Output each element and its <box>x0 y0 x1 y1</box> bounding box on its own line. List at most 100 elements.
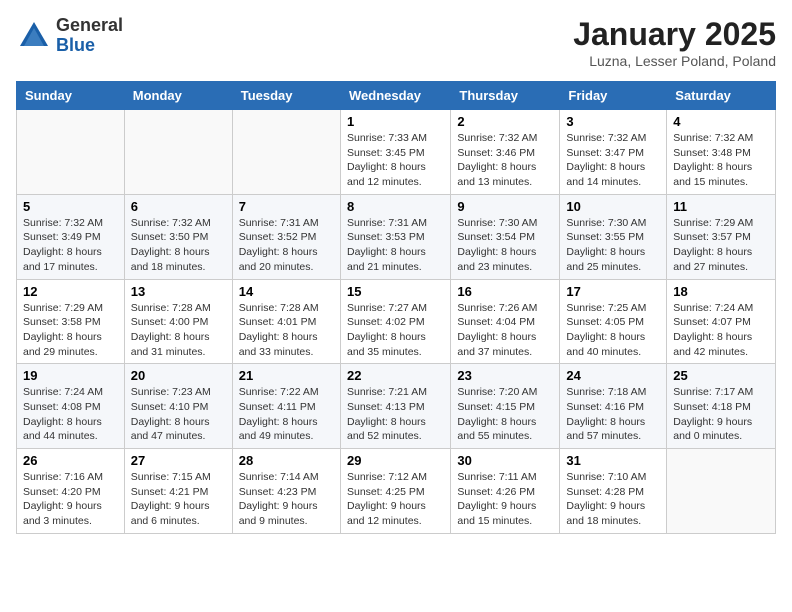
day-detail: Sunrise: 7:29 AM Sunset: 3:58 PM Dayligh… <box>23 301 118 360</box>
day-number: 27 <box>131 453 226 468</box>
day-number: 19 <box>23 368 118 383</box>
day-number: 12 <box>23 284 118 299</box>
day-number: 10 <box>566 199 660 214</box>
day-detail: Sunrise: 7:31 AM Sunset: 3:53 PM Dayligh… <box>347 216 444 275</box>
logo: General Blue <box>16 16 123 56</box>
title-block: January 2025 Luzna, Lesser Poland, Polan… <box>573 16 776 69</box>
calendar-cell: 24 Sunrise: 7:18 AM Sunset: 4:16 PM Dayli… <box>560 364 667 449</box>
calendar-cell: 25 Sunrise: 7:17 AM Sunset: 4:18 PM Dayli… <box>667 364 776 449</box>
calendar-cell: 30 Sunrise: 7:11 AM Sunset: 4:26 PM Dayli… <box>451 449 560 534</box>
calendar-cell: 10Sunrise: 7:30 AM Sunset: 3:55 PM Dayli… <box>560 194 667 279</box>
weekday-header-thursday: Thursday <box>451 82 560 110</box>
day-detail: Sunrise: 7:32 AM Sunset: 3:49 PM Dayligh… <box>23 216 118 275</box>
calendar-cell: 7 Sunrise: 7:31 AM Sunset: 3:52 PM Daylig… <box>232 194 340 279</box>
calendar-cell: 29Sunrise: 7:12 AM Sunset: 4:25 PM Dayli… <box>340 449 450 534</box>
day-number: 7 <box>239 199 334 214</box>
day-number: 18 <box>673 284 769 299</box>
calendar-week-row: 5 Sunrise: 7:32 AM Sunset: 3:49 PM Daylig… <box>17 194 776 279</box>
day-detail: Sunrise: 7:18 AM Sunset: 4:16 PM Dayligh… <box>566 385 660 444</box>
calendar-cell: 27 Sunrise: 7:15 AM Sunset: 4:21 PM Dayli… <box>124 449 232 534</box>
day-detail: Sunrise: 7:16 AM Sunset: 4:20 PM Dayligh… <box>23 470 118 529</box>
weekday-header-monday: Monday <box>124 82 232 110</box>
day-number: 29 <box>347 453 444 468</box>
day-detail: Sunrise: 7:29 AM Sunset: 3:57 PM Dayligh… <box>673 216 769 275</box>
calendar-cell: 20Sunrise: 7:23 AM Sunset: 4:10 PM Dayli… <box>124 364 232 449</box>
weekday-header-row: SundayMondayTuesdayWednesdayThursdayFrid… <box>17 82 776 110</box>
day-detail: Sunrise: 7:25 AM Sunset: 4:05 PM Dayligh… <box>566 301 660 360</box>
calendar-cell: 22 Sunrise: 7:21 AM Sunset: 4:13 PM Dayli… <box>340 364 450 449</box>
day-number: 25 <box>673 368 769 383</box>
calendar-cell: 21Sunrise: 7:22 AM Sunset: 4:11 PM Dayli… <box>232 364 340 449</box>
day-detail: Sunrise: 7:32 AM Sunset: 3:46 PM Dayligh… <box>457 131 553 190</box>
calendar-cell: 19 Sunrise: 7:24 AM Sunset: 4:08 PM Dayli… <box>17 364 125 449</box>
calendar-cell: 1 Sunrise: 7:33 AM Sunset: 3:45 PM Daylig… <box>340 110 450 195</box>
calendar-cell: 12 Sunrise: 7:29 AM Sunset: 3:58 PM Dayli… <box>17 279 125 364</box>
logo-blue: Blue <box>56 36 123 56</box>
calendar-cell <box>232 110 340 195</box>
day-number: 14 <box>239 284 334 299</box>
day-number: 6 <box>131 199 226 214</box>
day-detail: Sunrise: 7:15 AM Sunset: 4:21 PM Dayligh… <box>131 470 226 529</box>
calendar-cell: 14 Sunrise: 7:28 AM Sunset: 4:01 PM Dayli… <box>232 279 340 364</box>
calendar-cell: 16 Sunrise: 7:26 AM Sunset: 4:04 PM Dayli… <box>451 279 560 364</box>
day-detail: Sunrise: 7:31 AM Sunset: 3:52 PM Dayligh… <box>239 216 334 275</box>
calendar-cell: 18 Sunrise: 7:24 AM Sunset: 4:07 PM Dayli… <box>667 279 776 364</box>
calendar-cell: 9 Sunrise: 7:30 AM Sunset: 3:54 PM Daylig… <box>451 194 560 279</box>
day-detail: Sunrise: 7:17 AM Sunset: 4:18 PM Dayligh… <box>673 385 769 444</box>
day-detail: Sunrise: 7:11 AM Sunset: 4:26 PM Dayligh… <box>457 470 553 529</box>
day-number: 4 <box>673 114 769 129</box>
calendar-cell: 17 Sunrise: 7:25 AM Sunset: 4:05 PM Dayli… <box>560 279 667 364</box>
day-detail: Sunrise: 7:26 AM Sunset: 4:04 PM Dayligh… <box>457 301 553 360</box>
day-detail: Sunrise: 7:27 AM Sunset: 4:02 PM Dayligh… <box>347 301 444 360</box>
day-number: 17 <box>566 284 660 299</box>
logo-general: General <box>56 16 123 36</box>
day-detail: Sunrise: 7:20 AM Sunset: 4:15 PM Dayligh… <box>457 385 553 444</box>
calendar-cell: 23 Sunrise: 7:20 AM Sunset: 4:15 PM Dayli… <box>451 364 560 449</box>
day-number: 28 <box>239 453 334 468</box>
day-detail: Sunrise: 7:32 AM Sunset: 3:48 PM Dayligh… <box>673 131 769 190</box>
calendar-cell: 28 Sunrise: 7:14 AM Sunset: 4:23 PM Dayli… <box>232 449 340 534</box>
calendar-cell: 5 Sunrise: 7:32 AM Sunset: 3:49 PM Daylig… <box>17 194 125 279</box>
day-number: 24 <box>566 368 660 383</box>
calendar-cell: 31 Sunrise: 7:10 AM Sunset: 4:28 PM Dayli… <box>560 449 667 534</box>
day-number: 23 <box>457 368 553 383</box>
day-detail: Sunrise: 7:28 AM Sunset: 4:00 PM Dayligh… <box>131 301 226 360</box>
weekday-header-saturday: Saturday <box>667 82 776 110</box>
calendar-cell: 15 Sunrise: 7:27 AM Sunset: 4:02 PM Dayli… <box>340 279 450 364</box>
day-detail: Sunrise: 7:28 AM Sunset: 4:01 PM Dayligh… <box>239 301 334 360</box>
calendar-week-row: 19 Sunrise: 7:24 AM Sunset: 4:08 PM Dayli… <box>17 364 776 449</box>
logo-text: General Blue <box>56 16 123 56</box>
day-detail: Sunrise: 7:24 AM Sunset: 4:07 PM Dayligh… <box>673 301 769 360</box>
day-number: 16 <box>457 284 553 299</box>
day-number: 31 <box>566 453 660 468</box>
day-detail: Sunrise: 7:22 AM Sunset: 4:11 PM Dayligh… <box>239 385 334 444</box>
page-header: General Blue January 2025 Luzna, Lesser … <box>16 16 776 69</box>
calendar-cell: 11Sunrise: 7:29 AM Sunset: 3:57 PM Dayli… <box>667 194 776 279</box>
day-detail: Sunrise: 7:10 AM Sunset: 4:28 PM Dayligh… <box>566 470 660 529</box>
logo-icon <box>16 18 52 54</box>
calendar-table: SundayMondayTuesdayWednesdayThursdayFrid… <box>16 81 776 534</box>
calendar-cell: 2Sunrise: 7:32 AM Sunset: 3:46 PM Daylig… <box>451 110 560 195</box>
calendar-week-row: 1 Sunrise: 7:33 AM Sunset: 3:45 PM Daylig… <box>17 110 776 195</box>
calendar-cell: 26 Sunrise: 7:16 AM Sunset: 4:20 PM Dayli… <box>17 449 125 534</box>
day-detail: Sunrise: 7:33 AM Sunset: 3:45 PM Dayligh… <box>347 131 444 190</box>
day-detail: Sunrise: 7:23 AM Sunset: 4:10 PM Dayligh… <box>131 385 226 444</box>
calendar-cell: 3Sunrise: 7:32 AM Sunset: 3:47 PM Daylig… <box>560 110 667 195</box>
day-number: 30 <box>457 453 553 468</box>
weekday-header-wednesday: Wednesday <box>340 82 450 110</box>
month-title: January 2025 <box>573 16 776 53</box>
day-detail: Sunrise: 7:24 AM Sunset: 4:08 PM Dayligh… <box>23 385 118 444</box>
location: Luzna, Lesser Poland, Poland <box>573 53 776 69</box>
day-number: 5 <box>23 199 118 214</box>
calendar-cell <box>17 110 125 195</box>
day-detail: Sunrise: 7:14 AM Sunset: 4:23 PM Dayligh… <box>239 470 334 529</box>
weekday-header-tuesday: Tuesday <box>232 82 340 110</box>
day-number: 26 <box>23 453 118 468</box>
day-number: 9 <box>457 199 553 214</box>
day-detail: Sunrise: 7:30 AM Sunset: 3:54 PM Dayligh… <box>457 216 553 275</box>
day-number: 1 <box>347 114 444 129</box>
day-number: 22 <box>347 368 444 383</box>
day-detail: Sunrise: 7:21 AM Sunset: 4:13 PM Dayligh… <box>347 385 444 444</box>
day-number: 8 <box>347 199 444 214</box>
day-number: 15 <box>347 284 444 299</box>
